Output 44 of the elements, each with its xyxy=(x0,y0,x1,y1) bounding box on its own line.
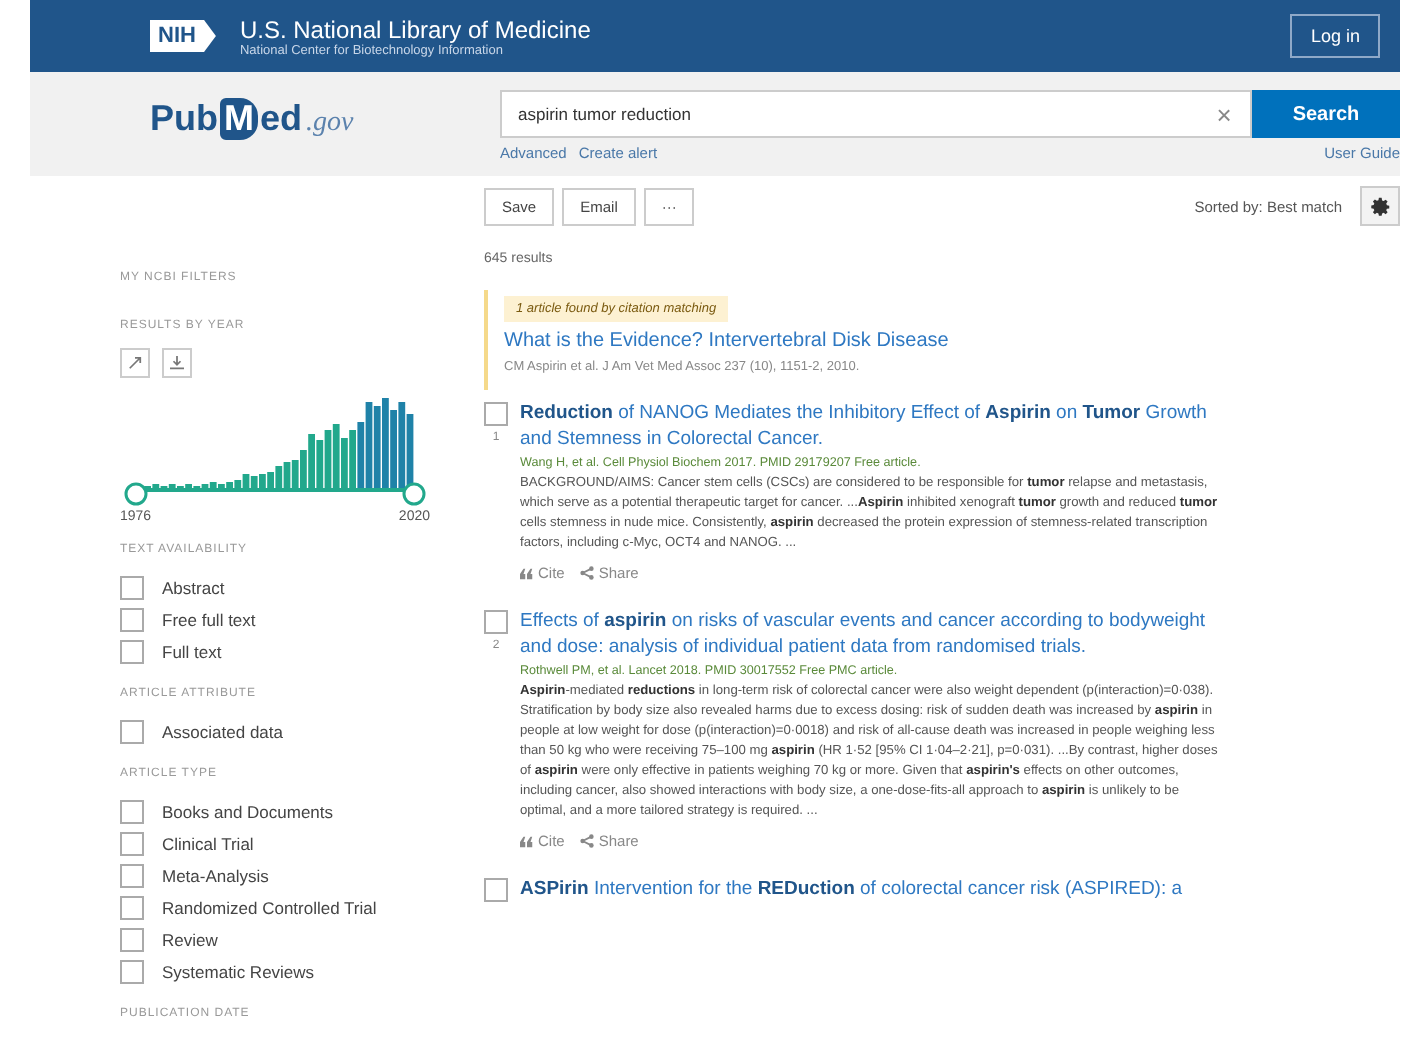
filter-label[interactable]: Randomized Controlled Trial xyxy=(162,898,377,918)
filter-label[interactable]: Full text xyxy=(162,642,222,662)
checkbox[interactable] xyxy=(120,720,144,744)
filter-label[interactable]: Meta-Analysis xyxy=(162,866,269,886)
pubmed-logo[interactable]: Pub M ed.gov xyxy=(150,90,500,140)
filter-label[interactable]: Review xyxy=(162,930,218,950)
article-title[interactable]: What is the Evidence? Intervertebral Disk Disease xyxy=(504,330,949,352)
expand-button[interactable] xyxy=(120,348,150,378)
search-button[interactable]: Search xyxy=(1252,90,1400,138)
quote-icon xyxy=(520,835,534,847)
search-field[interactable]: aspirin tumor reduction × xyxy=(500,90,1252,138)
article-title[interactable]: Effects of aspirin on risks of vascular events and cancer according to bodyweight and dose: analysis of individual patient data from randomised trials. xyxy=(520,610,1220,660)
checkbox[interactable] xyxy=(120,576,144,600)
filter-label[interactable]: Abstract xyxy=(162,578,225,598)
library-title: U.S. National Library of Medicine xyxy=(239,15,593,43)
nih-logo[interactable]: NIH xyxy=(150,20,216,52)
checkbox[interactable] xyxy=(120,832,144,856)
checkbox[interactable] xyxy=(120,864,144,888)
checkbox[interactable] xyxy=(120,896,144,920)
checkbox[interactable] xyxy=(484,402,508,426)
filter-label[interactable]: Associated data xyxy=(162,722,283,742)
share-icon xyxy=(580,566,595,580)
clear-button[interactable]: × xyxy=(1198,99,1250,129)
settings-button[interactable] xyxy=(1360,186,1400,226)
article-title[interactable]: Reduction of NANOG Mediates the Inhibitory Effect of Aspirin on Tumor Growth and Stemness in Colorectal Cancer. xyxy=(520,402,1220,452)
checkbox[interactable] xyxy=(120,960,144,984)
checkbox[interactable] xyxy=(120,800,144,824)
expand-icon xyxy=(128,356,142,370)
filter-label[interactable]: Books and Documents xyxy=(162,802,334,822)
settings-icon xyxy=(1369,195,1391,217)
checkbox[interactable] xyxy=(120,608,144,632)
checkbox[interactable] xyxy=(120,928,144,952)
checkbox[interactable] xyxy=(484,878,508,902)
article-title[interactable]: ASPirin Intervention for the REDuction of colorectal cancer risk (ASPIRED): a xyxy=(520,878,1220,903)
filter-label[interactable]: Free full text xyxy=(162,610,256,630)
filter-label[interactable]: Clinical Trial xyxy=(162,834,254,854)
filter-label[interactable]: Systematic Reviews xyxy=(162,962,315,982)
download-button[interactable] xyxy=(162,348,192,378)
login-button[interactable]: Log in xyxy=(1290,14,1380,58)
share-icon xyxy=(580,834,595,848)
download-icon xyxy=(170,356,184,370)
quote-icon xyxy=(520,567,534,579)
checkbox[interactable] xyxy=(120,640,144,664)
checkbox[interactable] xyxy=(484,610,508,634)
